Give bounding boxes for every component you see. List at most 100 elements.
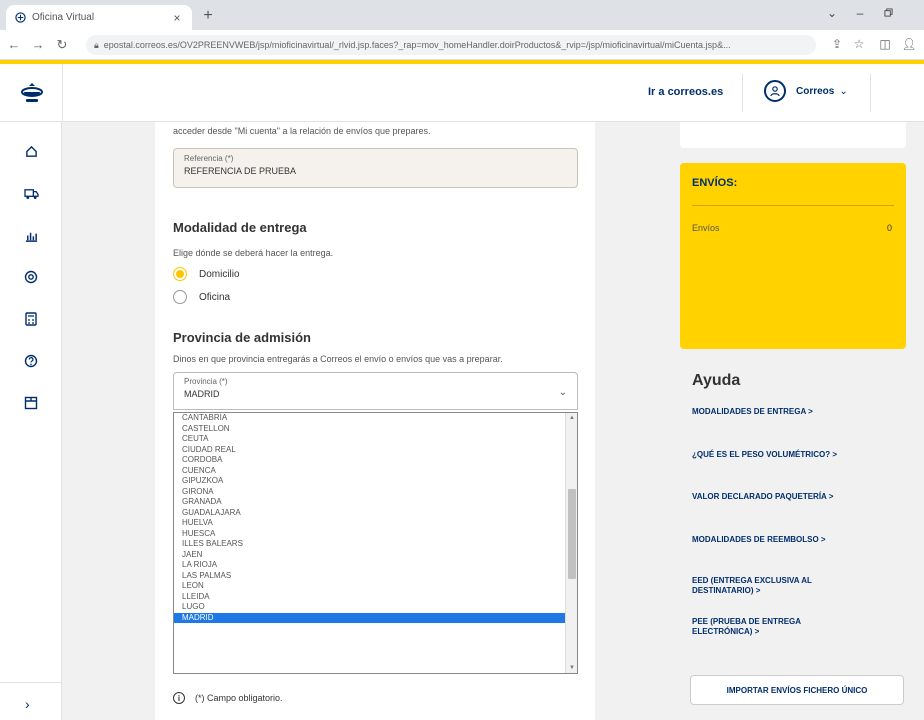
dropdown-option[interactable]: LLEIDA: [174, 592, 566, 603]
browser-toolbar: ← → ↻ 🔒︎ epostal.correos.es/OV2PREENVWEB…: [0, 30, 924, 60]
correos-logo-icon[interactable]: [20, 82, 44, 104]
tab-search-icon[interactable]: ⌄: [822, 6, 842, 20]
tab-title: Oficina Virtual: [32, 12, 95, 23]
provincia-select[interactable]: Provincia (*) MADRID ⌄: [173, 372, 578, 410]
help-link-text: ELECTRÓNICA) >: [692, 627, 760, 636]
settings-icon[interactable]: [22, 268, 40, 286]
dropdown-option[interactable]: MADRID: [174, 612, 566, 623]
required-note-text: (*) Campo obligatorio.: [195, 693, 283, 703]
required-note: i (*) Campo obligatorio.: [173, 692, 283, 704]
help-link-modalidades-entrega[interactable]: MODALIDADES DE ENTREGA >: [692, 407, 892, 417]
lock-icon: 🔒︎: [94, 39, 99, 50]
browser-tab[interactable]: Oficina Virtual ×: [6, 5, 192, 30]
dropdown-option[interactable]: LUGO: [174, 602, 566, 613]
bookmark-star-icon[interactable]: ☆: [850, 37, 868, 51]
address-bar[interactable]: 🔒︎ epostal.correos.es/OV2PREENVWEB/jsp/m…: [86, 35, 816, 55]
sidebar: ›: [0, 122, 62, 720]
help-link-text: VALOR DECLARADO PAQUETERÍA >: [692, 492, 834, 501]
help-link-valor-declarado[interactable]: VALOR DECLARADO PAQUETERÍA >: [692, 492, 892, 502]
home-icon[interactable]: [22, 142, 40, 160]
summary-card-top: [680, 122, 906, 148]
user-avatar-icon: [764, 80, 786, 102]
truck-icon[interactable]: [22, 184, 40, 202]
package-icon[interactable]: [22, 394, 40, 412]
new-tab-button[interactable]: +: [198, 7, 218, 25]
ir-a-correos-link[interactable]: Ir a correos.es: [648, 86, 723, 98]
radio-domicilio-label: Domicilio: [199, 268, 240, 280]
dropdown-option[interactable]: CUENCA: [174, 466, 566, 477]
scroll-up-icon[interactable]: ▲: [566, 413, 577, 423]
importar-envios-button[interactable]: IMPORTAR ENVÍOS FICHERO ÚNICO: [690, 675, 904, 705]
envios-card: ENVÍOS: Envíos 0: [680, 163, 906, 349]
help-link-text: MODALIDADES DE REEMBOLSO >: [692, 535, 826, 544]
form-card: acceder desde "Mi cuenta" a la relación …: [155, 122, 595, 720]
referencia-value: REFERENCIA DE PRUEBA: [184, 166, 297, 176]
dropdown-option[interactable]: LA RIOJA: [174, 560, 566, 571]
dropdown-option[interactable]: CORDOBA: [174, 455, 566, 466]
provincia-dropdown-list[interactable]: CANTABRIA CASTELLON CEUTA CIUDAD REAL CORDOB…: [173, 412, 578, 674]
dropdown-option[interactable]: LAS PALMAS: [174, 571, 566, 582]
help-link-text: MODALIDADES DE ENTREGA >: [692, 407, 813, 416]
help-link-pee[interactable]: PEE (PRUEBA DE ENTREGA ELECTRÓNICA) >: [692, 617, 892, 637]
radio-domicilio-indicator[interactable]: [173, 267, 187, 281]
provincia-desc: Dinos en que provincia entregarás a Corr…: [173, 354, 503, 364]
scroll-down-icon[interactable]: ▼: [566, 663, 577, 673]
radio-oficina-indicator[interactable]: [173, 290, 187, 304]
help-link-text: ¿QUÉ ES EL PESO VOLUMÉTRICO? >: [692, 450, 837, 459]
radio-domicilio[interactable]: Domicilio: [173, 267, 240, 281]
url-text: epostal.correos.es/OV2PREENVWEB/jsp/miof…: [103, 40, 731, 50]
modalidad-desc: Elige dónde se deberá hacer la entrega.: [173, 248, 334, 258]
tab-close-icon[interactable]: ×: [170, 11, 184, 25]
dropdown-option[interactable]: HUELVA: [174, 518, 566, 529]
share-icon[interactable]: ⇪: [828, 37, 846, 51]
header-divider: [62, 64, 63, 122]
referencia-field[interactable]: Referencia (*) REFERENCIA DE PRUEBA: [173, 148, 578, 188]
dropdown-option[interactable]: GIRONA: [174, 487, 566, 498]
help-link-modalidades-reembolso[interactable]: MODALIDADES DE REEMBOLSO >: [692, 535, 892, 545]
dropdown-option[interactable]: CIUDAD REAL: [174, 445, 566, 456]
dropdown-option[interactable]: ILLES BALEARS: [174, 539, 566, 550]
provincia-title: Provincia de admisión: [173, 330, 311, 345]
radio-oficina[interactable]: Oficina: [173, 290, 230, 304]
chart-icon[interactable]: [22, 226, 40, 244]
help-link-text: DESTINATARIO) >: [692, 586, 761, 595]
dropdown-option[interactable]: HUESCA: [174, 529, 566, 540]
dropdown-option[interactable]: CEUTA: [174, 434, 566, 445]
scrollbar-thumb[interactable]: [568, 489, 576, 579]
chevron-down-icon: ⌄: [839, 85, 848, 97]
dropdown-option[interactable]: JAEN: [174, 550, 566, 561]
calculator-icon[interactable]: [22, 310, 40, 328]
sidebar-divider: [0, 682, 62, 683]
app-header: Ir a correos.es Correos ⌄: [0, 64, 924, 122]
dropdown-option[interactable]: GUADALAJARA: [174, 508, 566, 519]
header-divider: [870, 74, 871, 112]
profile-icon[interactable]: 👤︎: [900, 37, 918, 51]
dropdown-scrollbar[interactable]: ▲ ▼: [565, 413, 577, 673]
forward-icon[interactable]: →: [28, 37, 48, 52]
provincia-label: Provincia (*): [184, 377, 228, 386]
envios-count: 0: [886, 223, 892, 233]
dropdown-option[interactable]: CANTABRIA: [174, 413, 566, 424]
dropdown-option[interactable]: GRANADA: [174, 497, 566, 508]
restore-icon[interactable]: [878, 6, 898, 20]
dropdown-option[interactable]: LEON: [174, 581, 566, 592]
help-link-eed[interactable]: EED (ENTREGA EXCLUSIVA AL DESTINATARIO) …: [692, 576, 892, 596]
radio-oficina-label: Oficina: [199, 291, 231, 303]
back-icon[interactable]: ←: [4, 37, 24, 52]
dropdown-option[interactable]: GIPUZKOA: [174, 476, 566, 487]
help-icon[interactable]: [22, 352, 40, 370]
dropdown-option[interactable]: CASTELLON: [174, 424, 566, 435]
intro-text: acceder desde "Mi cuenta" a la relación …: [173, 126, 431, 136]
chevron-down-icon: ⌄: [558, 387, 567, 398]
split-view-icon[interactable]: ◫: [876, 37, 894, 51]
expand-sidebar-icon[interactable]: ›: [25, 696, 30, 712]
help-link-peso-volumetrico[interactable]: ¿QUÉ ES EL PESO VOLUMÉTRICO? >: [692, 450, 892, 460]
minimize-icon[interactable]: –: [850, 6, 870, 20]
header-divider: [742, 74, 743, 112]
user-menu[interactable]: Correos ⌄: [764, 80, 848, 102]
dropdown-options: CANTABRIA CASTELLON CEUTA CIUDAD REAL CORDOB…: [174, 413, 566, 623]
help-link-text: EED (ENTREGA EXCLUSIVA AL: [692, 576, 812, 585]
reload-icon[interactable]: ↻: [52, 37, 72, 53]
modalidad-title: Modalidad de entrega: [173, 220, 307, 235]
correos-favicon-icon: [14, 12, 26, 24]
